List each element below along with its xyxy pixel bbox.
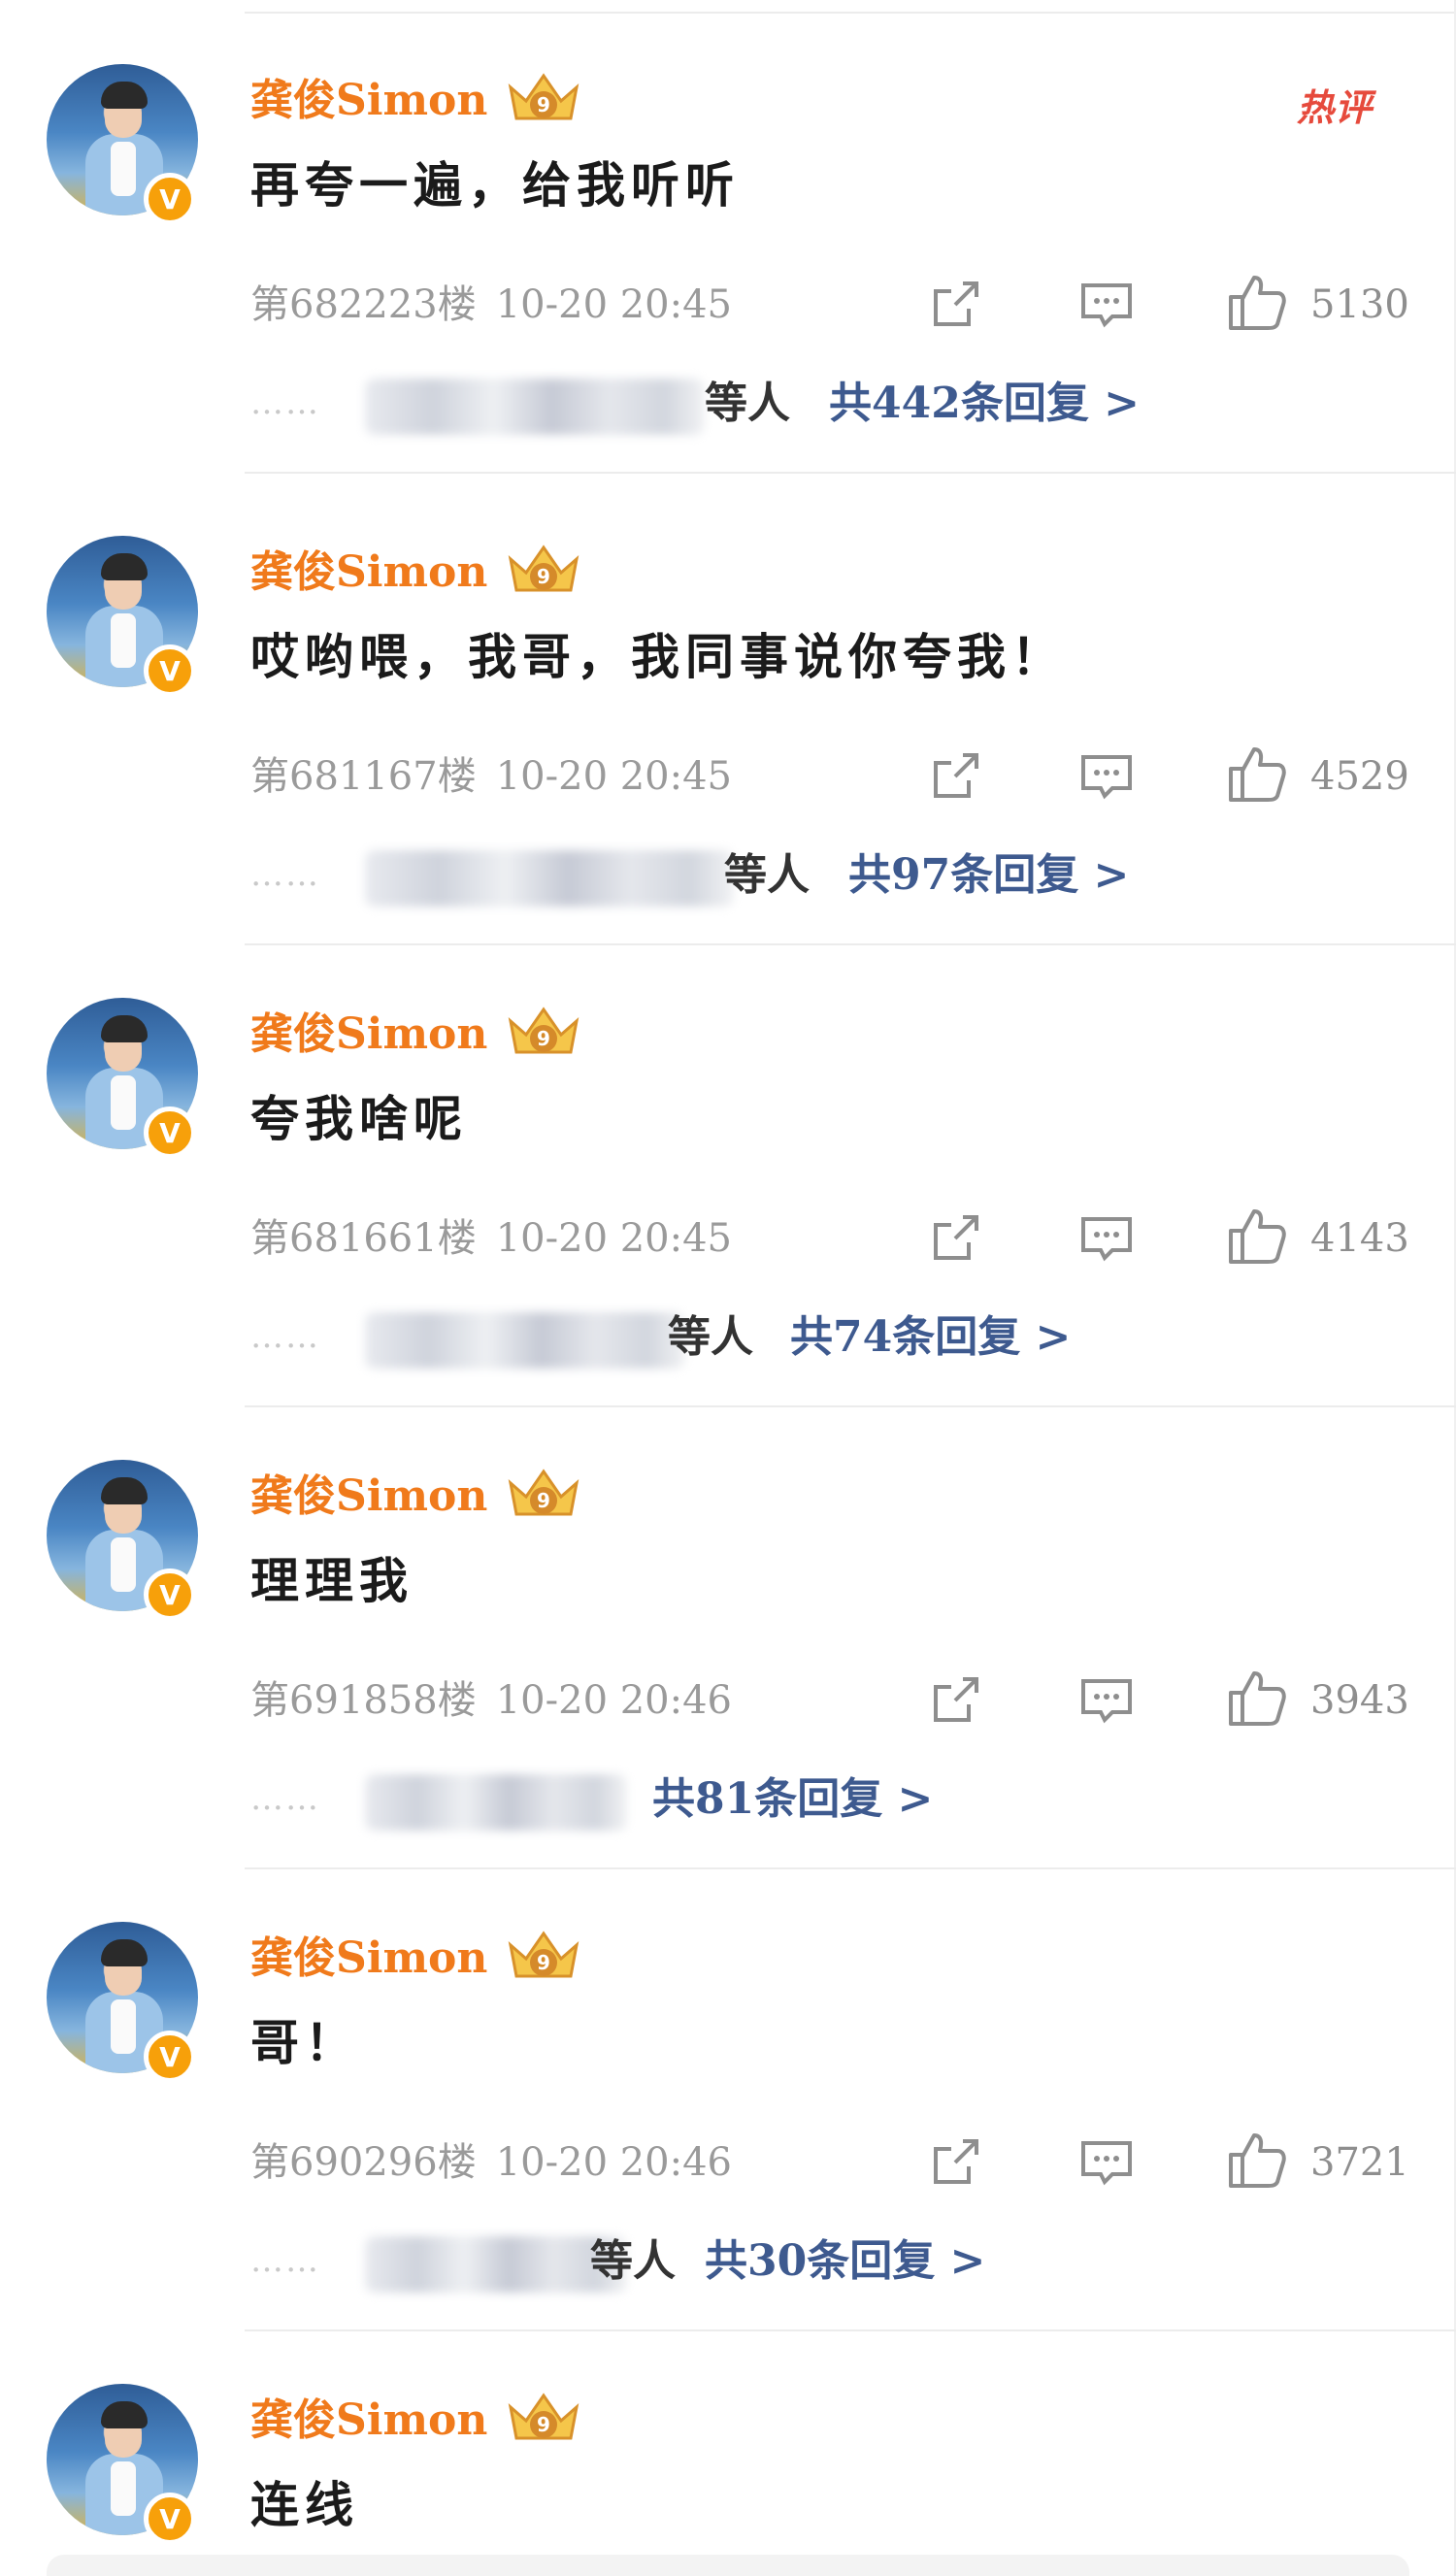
crown-badge-icon: 9 bbox=[508, 1931, 579, 1978]
comment-text: 哎哟喂，我哥，我同事说你夸我！ bbox=[250, 628, 1066, 685]
view-replies-link[interactable]: 共97条回复 > bbox=[848, 844, 1129, 907]
like-count: 4529 bbox=[1310, 754, 1409, 799]
comment-item: V 龚俊Simon 9 夸我啥呢 第681661楼 10-20 20:45 414… bbox=[0, 943, 1456, 1407]
thumbs-up-icon[interactable] bbox=[1221, 1664, 1291, 1734]
username[interactable]: 龚俊Simon bbox=[250, 1932, 487, 1986]
view-replies-link[interactable]: 共442条回复 > bbox=[829, 373, 1140, 435]
verified-badge-icon: V bbox=[144, 644, 196, 697]
reply-dots: …… bbox=[250, 1779, 320, 1818]
comment-feed: V 龚俊Simon 9 热评 再夸一遍，给我听听 第682223楼 10-20 2… bbox=[0, 0, 1456, 2576]
comment-item: V 龚俊Simon 9 热评 再夸一遍，给我听听 第682223楼 10-20 2… bbox=[0, 10, 1456, 474]
share-icon[interactable] bbox=[924, 1207, 986, 1270]
view-replies-link[interactable]: 共30条回复 > bbox=[705, 2230, 985, 2293]
view-replies-link[interactable]: 共74条回复 > bbox=[790, 1306, 1071, 1369]
bottom-input-bar[interactable] bbox=[47, 2555, 1409, 2576]
like-count: 3721 bbox=[1310, 2140, 1409, 2185]
blurred-usernames bbox=[365, 850, 734, 907]
reply-suffix: 等人 bbox=[668, 1312, 753, 1362]
verified-badge-icon: V bbox=[144, 2493, 196, 2545]
comment-icon[interactable] bbox=[1075, 1207, 1138, 1270]
thumbs-up-icon[interactable] bbox=[1221, 740, 1291, 809]
comment-text: 再夸一遍，给我听听 bbox=[250, 156, 740, 214]
username[interactable]: 龚俊Simon bbox=[250, 2394, 487, 2448]
username[interactable]: 龚俊Simon bbox=[250, 1007, 487, 1062]
hot-comment-badge: 热评 bbox=[1297, 86, 1373, 129]
thumbs-up-icon[interactable] bbox=[1221, 268, 1291, 338]
crown-badge-icon: 9 bbox=[508, 1007, 579, 1054]
svg-text:9: 9 bbox=[537, 93, 550, 116]
comment-icon[interactable] bbox=[1075, 745, 1138, 808]
share-icon[interactable] bbox=[924, 2131, 986, 2194]
comment-text: 夸我啥呢 bbox=[250, 1090, 468, 1147]
comment-icon[interactable] bbox=[1075, 2131, 1138, 2194]
comment-text: 哥！ bbox=[250, 2014, 359, 2071]
comment-item: V 龚俊Simon 9 理理我 第691858楼 10-20 20:46 3943… bbox=[0, 1405, 1456, 1869]
timestamp: 10-20 20:45 bbox=[495, 282, 733, 327]
comment-item: V 龚俊Simon 9 连线 bbox=[0, 2329, 1456, 2576]
thumbs-up-icon[interactable] bbox=[1221, 2126, 1291, 2196]
timestamp: 10-20 20:46 bbox=[495, 2140, 733, 2185]
comment-meta: 第681167楼 10-20 20:45 bbox=[250, 749, 732, 804]
svg-text:9: 9 bbox=[537, 1489, 550, 1512]
reply-dots: …… bbox=[250, 2241, 320, 2280]
username[interactable]: 龚俊Simon bbox=[250, 74, 487, 128]
divider bbox=[245, 472, 1456, 474]
verified-badge-icon: V bbox=[144, 2031, 196, 2083]
share-icon[interactable] bbox=[924, 745, 986, 808]
comment-icon[interactable] bbox=[1075, 274, 1138, 336]
comment-meta: 第682223楼 10-20 20:45 bbox=[250, 278, 732, 332]
timestamp: 10-20 20:46 bbox=[495, 1678, 733, 1723]
blurred-usernames bbox=[365, 1774, 627, 1831]
floor-number: 第690296楼 bbox=[250, 2140, 477, 2185]
verified-badge-icon: V bbox=[144, 1106, 196, 1159]
comment-icon[interactable] bbox=[1075, 1669, 1138, 1732]
comment-meta: 第681661楼 10-20 20:45 bbox=[250, 1211, 732, 1266]
share-icon[interactable] bbox=[924, 274, 986, 336]
crown-badge-icon: 9 bbox=[508, 2393, 579, 2440]
svg-text:9: 9 bbox=[537, 565, 550, 588]
reply-dots: …… bbox=[250, 383, 320, 422]
share-icon[interactable] bbox=[924, 1669, 986, 1732]
blurred-usernames bbox=[365, 379, 705, 435]
comment-item: V 龚俊Simon 9 哥！ 第690296楼 10-20 20:46 3721 … bbox=[0, 1867, 1456, 2331]
timestamp: 10-20 20:45 bbox=[495, 1216, 733, 1261]
username[interactable]: 龚俊Simon bbox=[250, 545, 487, 600]
reply-dots: …… bbox=[250, 855, 320, 894]
username[interactable]: 龚俊Simon bbox=[250, 1470, 487, 1524]
verified-badge-icon: V bbox=[144, 1569, 196, 1621]
blurred-usernames bbox=[365, 2236, 627, 2293]
comment-text: 理理我 bbox=[250, 1552, 414, 1609]
like-count: 3943 bbox=[1310, 1678, 1409, 1723]
reply-suffix: 等人 bbox=[724, 850, 810, 900]
crown-badge-icon: 9 bbox=[508, 545, 579, 592]
floor-number: 第681661楼 bbox=[250, 1216, 477, 1261]
floor-number: 第691858楼 bbox=[250, 1678, 477, 1723]
comment-meta: 第691858楼 10-20 20:46 bbox=[250, 1673, 732, 1728]
reply-dots: …… bbox=[250, 1317, 320, 1356]
svg-text:9: 9 bbox=[537, 1027, 550, 1050]
comment-meta: 第690296楼 10-20 20:46 bbox=[250, 2135, 732, 2190]
svg-text:9: 9 bbox=[537, 2413, 550, 2436]
crown-badge-icon: 9 bbox=[508, 1469, 579, 1516]
blurred-usernames bbox=[365, 1312, 685, 1369]
verified-badge-icon: V bbox=[144, 173, 196, 225]
thumbs-up-icon[interactable] bbox=[1221, 1202, 1291, 1271]
reply-suffix: 等人 bbox=[590, 2236, 676, 2286]
like-count: 5130 bbox=[1310, 282, 1409, 327]
floor-number: 第682223楼 bbox=[250, 282, 477, 327]
svg-text:9: 9 bbox=[537, 1951, 550, 1974]
crown-badge-icon: 9 bbox=[508, 73, 579, 120]
floor-number: 第681167楼 bbox=[250, 754, 477, 799]
timestamp: 10-20 20:45 bbox=[495, 754, 733, 799]
reply-suffix: 等人 bbox=[705, 379, 790, 428]
comment-text: 连线 bbox=[250, 2476, 359, 2533]
comment-item: V 龚俊Simon 9 哎哟喂，我哥，我同事说你夸我！ 第681167楼 10-2… bbox=[0, 481, 1456, 945]
like-count: 4143 bbox=[1310, 1216, 1409, 1261]
view-replies-link[interactable]: 共81条回复 > bbox=[652, 1768, 933, 1831]
